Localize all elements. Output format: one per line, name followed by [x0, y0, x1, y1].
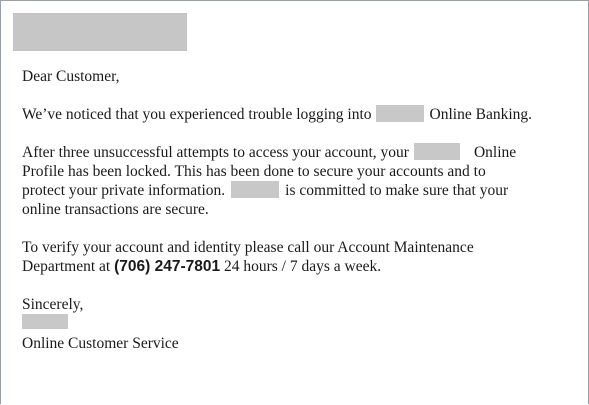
redacted-bank-name: [231, 181, 280, 198]
paragraph-locked-line-4: online transactions are secure.: [22, 201, 209, 218]
redacted-signer-name: [22, 314, 68, 329]
redacted-bank-name: [413, 143, 460, 160]
redacted-logo: [13, 13, 187, 51]
p2-line1-after: Online: [473, 144, 517, 161]
p3-line2-after: 24 hours / 7 days a week.: [223, 258, 382, 275]
paragraph-locked-line-1: After three unsuccessful attempts to acc…: [22, 143, 588, 162]
greeting: Dear Customer,: [22, 68, 120, 85]
p3-line2-before: Department at: [22, 258, 111, 275]
p2-line1-before: After three unsuccessful attempts to acc…: [22, 144, 409, 161]
signature-redaction-line: [22, 314, 588, 334]
paragraph-verify-line-1: To verify your account and identity plea…: [22, 239, 474, 256]
paragraph-locked-line-3: protect your private information. is comm…: [22, 181, 588, 200]
p1-text-before: We’ve noticed that you experienced troub…: [22, 106, 372, 123]
redacted-bank-name: [375, 105, 424, 122]
signature: Online Customer Service: [22, 335, 179, 352]
paragraph-trouble-logging: We’ve noticed that you experienced troub…: [22, 105, 588, 124]
closing: Sincerely,: [22, 296, 84, 313]
phone-number: (706) 247-7801: [114, 258, 221, 275]
p2-line3-before: protect your private information.: [22, 182, 226, 199]
email-body-pane: Dear Customer, We’ve noticed that you ex…: [0, 0, 589, 404]
paragraph-verify-line-2: Department at (706) 247-7801 24 hours / …: [22, 257, 588, 276]
p2-line3-after: is committed to make sure that your: [285, 182, 509, 199]
email-message: Dear Customer, We’ve noticed that you ex…: [22, 67, 588, 353]
paragraph-locked-line-2: Profile has been locked. This has been d…: [22, 163, 486, 180]
p1-text-after: Online Banking.: [429, 106, 533, 123]
